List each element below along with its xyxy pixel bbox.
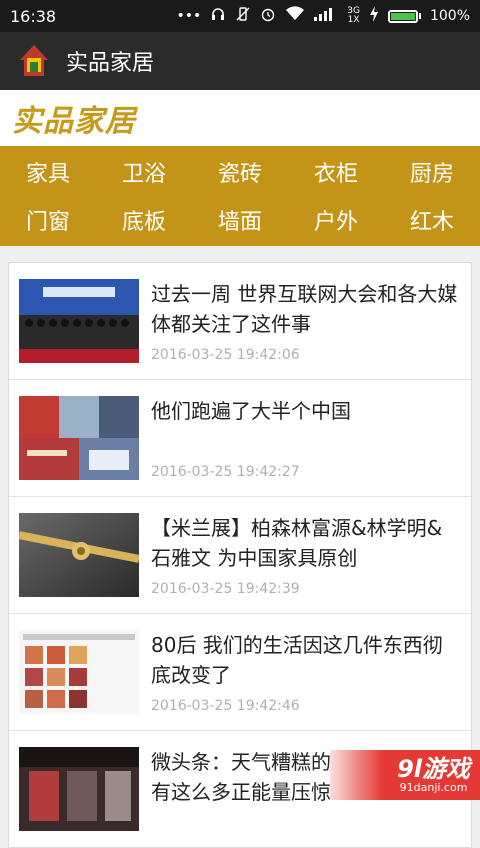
- category-doors-windows[interactable]: 门窗: [0, 204, 96, 236]
- brand-logo: 实品家居: [12, 104, 136, 139]
- list-item[interactable]: 他们跑遍了大半个中国 2016-03-25 19:42:27: [9, 380, 471, 497]
- alarm-icon: [260, 6, 276, 26]
- article-date: 2016-03-25 19:42:46: [151, 698, 300, 714]
- article-title[interactable]: 他们跑遍了大半个中国: [151, 396, 461, 426]
- article-thumbnail: [19, 747, 139, 831]
- article-text: 80后 我们的生活因这几件东西彻底改变了 2016-03-25 19:42:46: [151, 630, 461, 714]
- article-text: 【米兰展】柏森林富源&林学明&石雅文 为中国家具原创 2016-03-25 19…: [151, 513, 461, 597]
- article-thumbnail: [19, 279, 139, 363]
- more-notifications-icon: •••: [176, 8, 202, 24]
- network-type: 3G 1X: [347, 6, 360, 25]
- status-icons: ••• 3G 1X 100%: [176, 6, 470, 26]
- app-title: 实品家居: [66, 51, 155, 76]
- watermark-text: 9l游戏 91danji.com: [397, 755, 470, 794]
- category-tiles[interactable]: 瓷砖: [192, 156, 288, 188]
- category-row-2: 门窗 底板 墙面 户外 红木: [0, 196, 480, 244]
- list-item[interactable]: 【米兰展】柏森林富源&林学明&石雅文 为中国家具原创 2016-03-25 19…: [9, 497, 471, 614]
- category-outdoor[interactable]: 户外: [288, 204, 384, 236]
- signal-icon: [314, 7, 338, 25]
- article-date: 2016-03-25 19:42:39: [151, 581, 300, 597]
- article-thumbnail: [19, 630, 139, 714]
- category-wardrobe[interactable]: 衣柜: [288, 156, 384, 188]
- category-row-1: 家具 卫浴 瓷砖 衣柜 厨房: [0, 148, 480, 196]
- watermark: 9l游戏 91danji.com: [330, 750, 480, 800]
- category-bathroom[interactable]: 卫浴: [96, 156, 192, 188]
- charging-icon: [369, 6, 379, 26]
- category-kitchen[interactable]: 厨房: [384, 156, 480, 188]
- category-walls[interactable]: 墙面: [192, 204, 288, 236]
- article-title[interactable]: 80后 我们的生活因这几件东西彻底改变了: [151, 630, 461, 690]
- brand-bar: 实品家居: [0, 90, 480, 146]
- status-bar: 16:38 ••• 3G 1X 100%: [0, 0, 480, 32]
- article-text: 他们跑遍了大半个中国 2016-03-25 19:42:27: [151, 396, 461, 480]
- app-logo-icon[interactable]: [16, 43, 52, 79]
- list-item[interactable]: 过去一周 世界互联网大会和各大媒体都关注了这件事 2016-03-25 19:4…: [9, 263, 471, 380]
- clock: 16:38: [10, 6, 57, 26]
- article-thumbnail: [19, 513, 139, 597]
- list-item[interactable]: 80后 我们的生活因这几件东西彻底改变了 2016-03-25 19:42:46: [9, 614, 471, 731]
- article-text: 过去一周 世界互联网大会和各大媒体都关注了这件事 2016-03-25 19:4…: [151, 279, 461, 363]
- article-thumbnail: [19, 396, 139, 480]
- battery-icon: [387, 9, 418, 23]
- article-title[interactable]: 过去一周 世界互联网大会和各大媒体都关注了这件事: [151, 279, 461, 339]
- category-flooring[interactable]: 底板: [96, 204, 192, 236]
- headset-icon: [210, 6, 226, 26]
- vibrate-off-icon: [235, 6, 251, 26]
- wifi-icon: [285, 6, 305, 26]
- action-bar: 实品家居: [0, 32, 480, 90]
- category-nav: 家具 卫浴 瓷砖 衣柜 厨房 门窗 底板 墙面 户外 红木: [0, 146, 480, 246]
- category-furniture[interactable]: 家具: [0, 156, 96, 188]
- article-date: 2016-03-25 19:42:06: [151, 347, 300, 363]
- article-title[interactable]: 【米兰展】柏森林富源&林学明&石雅文 为中国家具原创: [151, 513, 461, 573]
- article-date: 2016-03-25 19:42:27: [151, 464, 300, 480]
- battery-percent: 100%: [429, 8, 470, 24]
- category-rosewood[interactable]: 红木: [384, 204, 480, 236]
- battery-tip: [418, 13, 421, 19]
